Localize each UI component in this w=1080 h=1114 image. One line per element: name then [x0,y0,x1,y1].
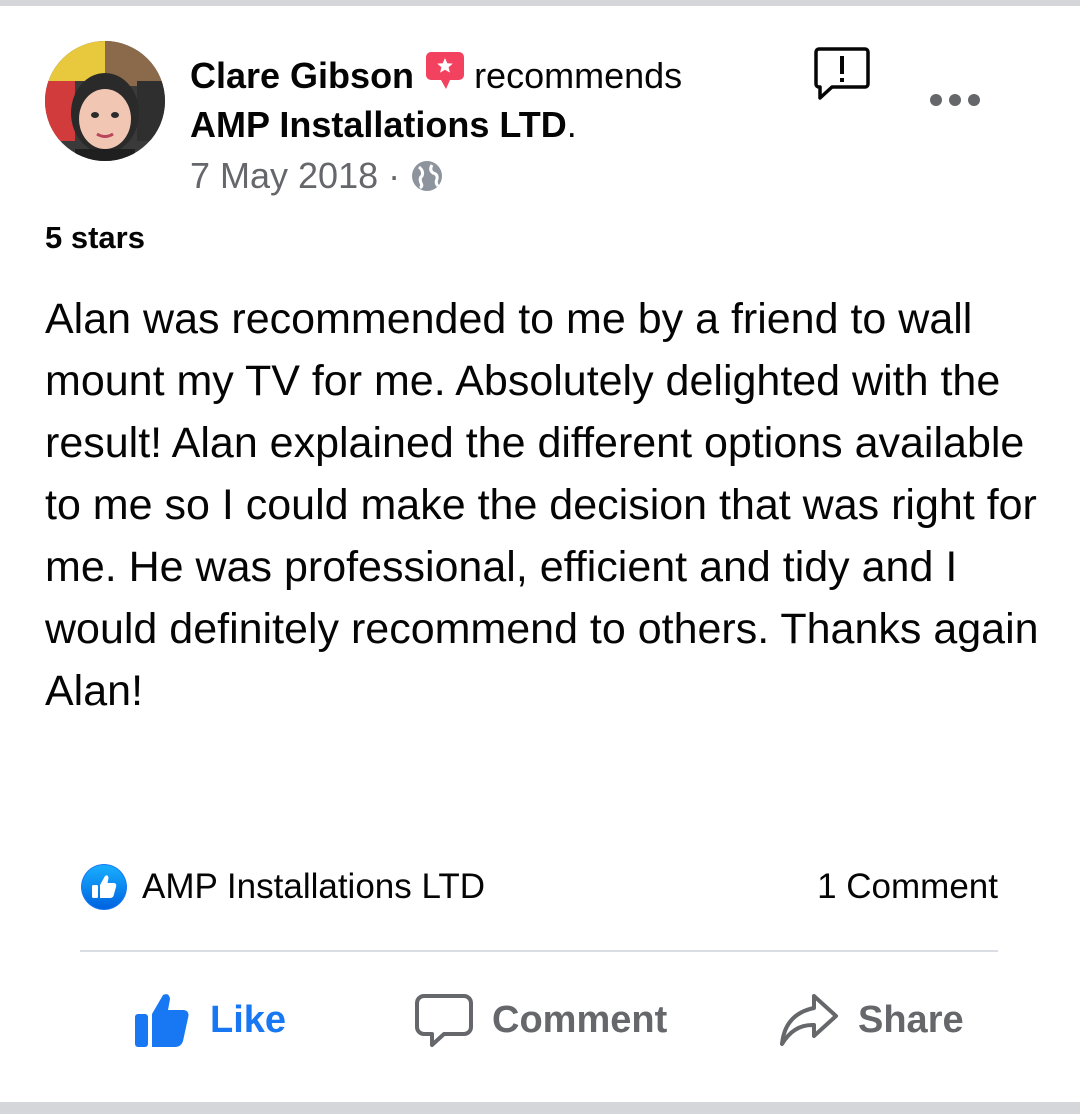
like-reaction-icon [81,864,127,910]
review-text: Alan was recommended to me by a friend t… [45,295,1039,715]
post-header: Clare Gibson recommends [190,52,683,98]
globe-icon [412,161,443,191]
share-icon [780,994,838,1046]
comment-count[interactable]: 1 Comment [817,862,998,912]
post-meta: 7 May 2018 · [190,154,444,198]
like-button[interactable]: Like [132,988,286,1052]
page-name-suffix: . [566,104,577,145]
author-name[interactable]: Clare Gibson [190,55,414,97]
avatar[interactable] [45,41,165,161]
top-separator [0,0,1080,6]
divider [80,950,998,952]
bottom-separator [0,1102,1080,1114]
avatar-image [45,41,165,161]
meta-separator: · [388,155,401,196]
share-label: Share [858,998,964,1041]
reactions-summary[interactable]: AMP Installations LTD [80,862,485,912]
recommended-page: AMP Installations LTD. [190,104,577,146]
comment-label: Comment [492,998,668,1041]
reaction-names: AMP Installations LTD [142,867,486,906]
recommends-text: recommends [474,55,683,96]
rating-label: 5 stars [45,220,145,255]
page-name-link[interactable]: AMP Installations LTD [190,104,567,145]
post-date[interactable]: 7 May 2018 [190,155,378,197]
more-options-icon[interactable] [928,90,982,110]
comment-icon [415,994,473,1047]
share-button[interactable]: Share [778,988,964,1052]
recommendation-badge-icon [426,52,465,89]
report-icon[interactable] [812,44,872,104]
like-label: Like [210,998,287,1041]
comment-button[interactable]: Comment [414,988,667,1052]
thumbs-up-icon [135,994,189,1047]
